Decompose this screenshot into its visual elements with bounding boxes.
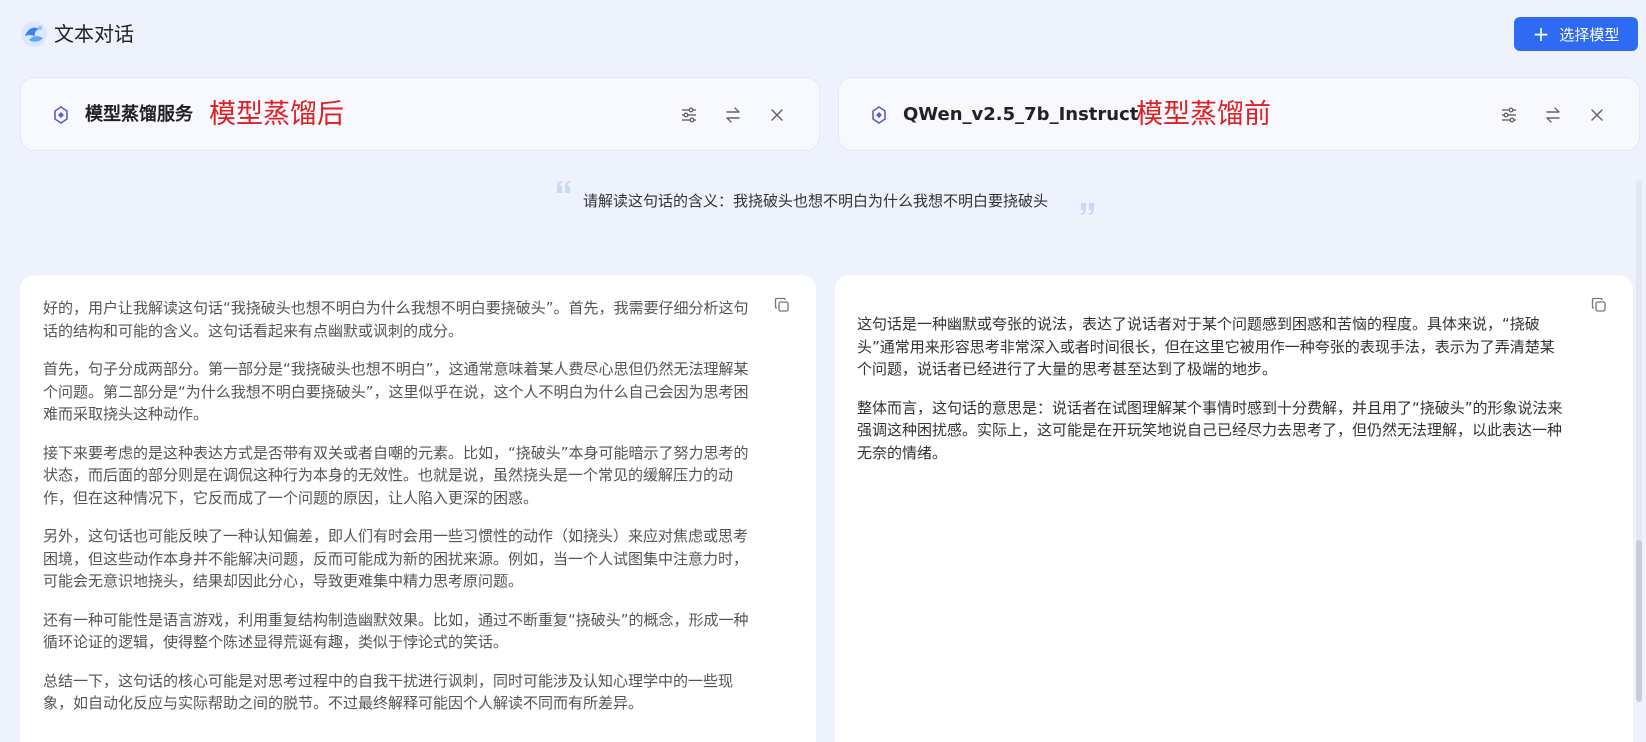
card-toolbar [667,102,799,128]
settings-sliders-icon [1502,107,1516,123]
answer-text: 好的，用户让我解读这句话“我挠破头也想不明白为什么我想不明白要挠破头”。首先，我… [43,297,759,731]
answer-paragraph: 总结一下，这句话的核心可能是对思考过程中的自我干扰进行讽刺，同时可能涉及认知心理… [43,671,734,713]
swap-button[interactable] [1531,102,1575,128]
model-name: QWen_v2.5_7b_Instruct [903,104,1139,125]
swap-button[interactable] [711,102,755,128]
scrollbar-thumb[interactable] [1636,540,1642,702]
close-icon [771,109,783,121]
answer-paragraph: 好的，用户让我解读这句话“我挠破头也想不明白为什么我想不明白要挠破头”。首先，我… [43,299,749,340]
page-title: 文本对话 [54,22,134,46]
settings-button[interactable] [1487,102,1531,128]
answer-panel-right: 这句话是一种幽默或夸张的说法，表达了说话者对于某个问题感到困惑和苦恼的程度。具体… [835,275,1633,742]
plus-icon: + [1532,22,1550,46]
model-card-left: 模型蒸馏服务 模型蒸馏后 [20,77,820,151]
select-model-label: 选择模型 [1559,25,1620,44]
model-name: 模型蒸馏服务 [85,104,193,125]
answer-paragraph: 另外，这句话也可能反映了一种认知偏差，即人们有时会用一些习惯性的动作（如挠头）来… [43,527,749,590]
answer-panel-left: 好的，用户让我解读这句话“我挠破头也想不明白为什么我想不明白要挠破头”。首先，我… [20,275,816,742]
close-button[interactable] [1575,102,1619,128]
copy-icon[interactable] [774,297,790,313]
card-toolbar [1487,102,1619,128]
answer-paragraph: 还有一种可能性是语言游戏，利用重复结构制造幽默效果。比如，通过不断重复“挠破头”… [43,610,749,652]
answer-paragraph: 这句话是一种幽默或夸张的说法，表达了说话者对于某个问题感到困惑和苦恼的程度。具体… [857,315,1555,378]
swap-icon [726,107,740,123]
close-icon [1591,109,1603,121]
close-button[interactable] [755,102,799,128]
settings-sliders-icon [682,107,696,123]
model-tag: 模型蒸馏后 [209,99,344,130]
model-icon [54,106,68,124]
user-prompt: 请解读这句话的含义：我挠破头也想不明白为什么我想不明白要挠破头 [583,192,1049,210]
model-tag: 模型蒸馏前 [1136,99,1271,130]
answer-paragraph: 首先，句子分成两部分。第一部分是“我挠破头也想不明白”，这通常意味着某人费尽心思… [43,360,749,423]
answer-paragraph: 接下来要考虑的是这种表达方式是否带有双关或者自嘲的元素。比如，“挠破头”本身可能… [43,443,749,507]
quote-open-icon [557,181,570,193]
copy-icon[interactable] [1591,297,1607,313]
answer-text: 这句话是一种幽默或夸张的说法，表达了说话者对于某个问题感到困惑和苦恼的程度。具体… [857,313,1567,480]
settings-button[interactable] [667,102,711,128]
model-card-right: QWen_v2.5_7b_Instruct 模型蒸馏前 [838,77,1640,151]
app-root: 文本对话 + 选择模型 模型蒸馏服务 模型蒸馏后 QWen_v2.5_7b_In… [0,0,1646,742]
model-icon [872,106,886,124]
answer-paragraph: 整体而言，这句话的意思是：说话者在试图理解某个事情时感到十分费解，并且用了“挠破… [857,398,1563,462]
swap-icon [1546,107,1560,123]
app-logo-icon [21,21,47,47]
quote-close-icon [1081,203,1094,215]
select-model-button[interactable]: + 选择模型 [1514,17,1638,51]
